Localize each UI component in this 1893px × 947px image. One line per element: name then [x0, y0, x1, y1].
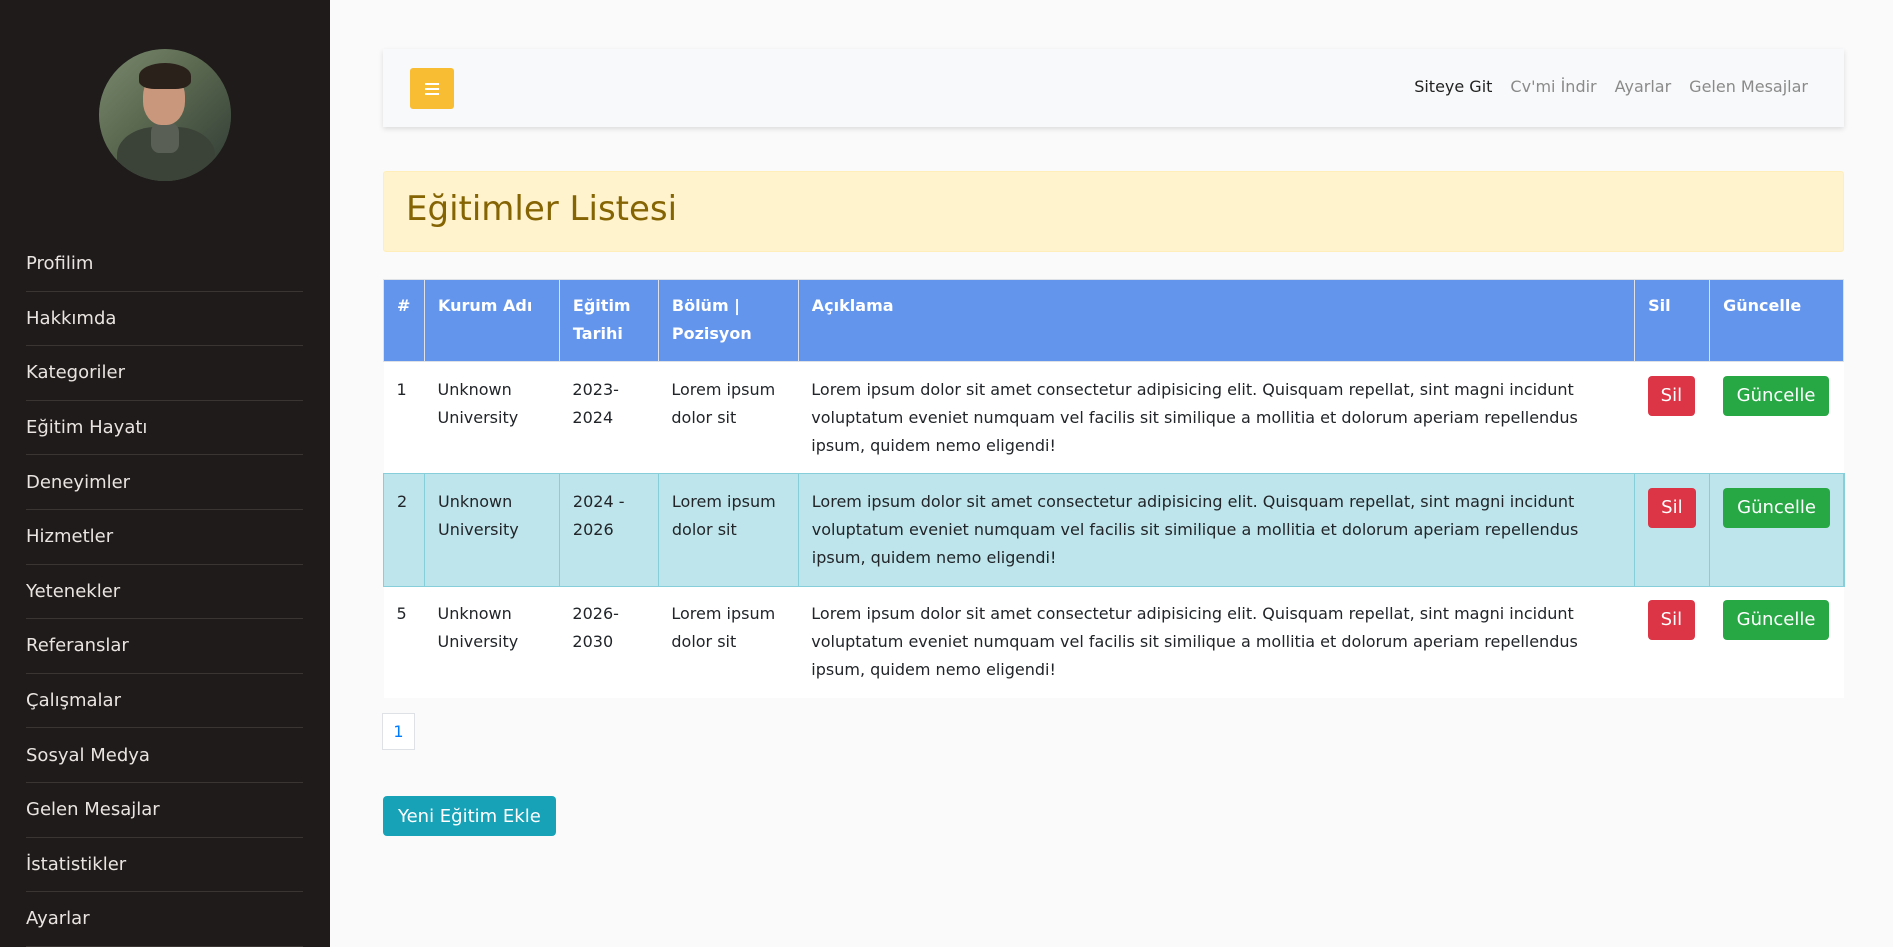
- col-header-num: #: [383, 279, 425, 362]
- cell-aciklama: Lorem ipsum dolor sit amet consectetur a…: [797, 474, 1636, 586]
- sidebar: Profilim Hakkımda Kategoriler Eğitim Hay…: [0, 0, 330, 947]
- cell-tarih: 2024 - 2026: [558, 474, 659, 586]
- sidebar-item-profilim[interactable]: Profilim: [26, 237, 303, 292]
- cell-guncelle: Güncelle: [1709, 361, 1844, 474]
- avatar: [99, 49, 231, 181]
- cell-guncelle: Güncelle: [1709, 586, 1844, 698]
- add-education-button[interactable]: Yeni Eğitim Ekle: [383, 796, 556, 836]
- sidebar-item-label: Profilim: [26, 253, 94, 275]
- cell-bolum: Lorem ipsum dolor sit: [657, 474, 799, 586]
- sidebar-item-istatistikler[interactable]: İstatistikler: [26, 838, 303, 893]
- table-header-row: # Kurum Adı Eğitim Tarihi Bölüm | Pozisy…: [383, 279, 1844, 362]
- update-button[interactable]: Güncelle: [1723, 488, 1830, 528]
- table-row: 5 Unknown University 2026-2030 Lorem ips…: [383, 586, 1844, 698]
- sidebar-item-label: Hakkımda: [26, 307, 117, 329]
- cell-tarih: 2026-2030: [559, 586, 659, 698]
- cell-kurum: Unknown University: [424, 361, 560, 474]
- sidebar-item-sosyal-medya[interactable]: Sosyal Medya: [26, 728, 303, 783]
- sidebar-item-label: Deneyimler: [26, 471, 131, 493]
- delete-button[interactable]: Sil: [1648, 488, 1696, 528]
- cell-num: 1: [383, 361, 425, 474]
- cell-guncelle: Güncelle: [1709, 474, 1844, 586]
- col-header-guncelle: Güncelle: [1709, 279, 1844, 362]
- education-table: # Kurum Adı Eğitim Tarihi Bölüm | Pozisy…: [382, 279, 1845, 698]
- sidebar-item-label: Yetenekler: [26, 580, 121, 602]
- sidebar-item-label: Sosyal Medya: [26, 744, 150, 766]
- hamburger-icon: [425, 82, 439, 85]
- sidebar-item-label: Hizmetler: [26, 526, 114, 548]
- page-title: Eğitimler Listesi: [406, 189, 678, 229]
- top-links: Siteye Git Cv'mi İndir Ayarlar Gelen Mes…: [1414, 77, 1808, 96]
- cell-kurum: Unknown University: [424, 586, 560, 698]
- sidebar-item-ayarlar[interactable]: Ayarlar: [26, 892, 303, 947]
- link-siteye-git[interactable]: Siteye Git: [1414, 77, 1492, 96]
- sidebar-item-deneyimler[interactable]: Deneyimler: [26, 455, 303, 510]
- table-row: 2 Unknown University 2024 - 2026 Lorem i…: [382, 473, 1845, 587]
- sidebar-item-label: Ayarlar: [26, 908, 90, 930]
- link-ayarlar[interactable]: Ayarlar: [1615, 77, 1672, 96]
- col-header-sil: Sil: [1634, 279, 1711, 362]
- delete-button[interactable]: Sil: [1647, 376, 1696, 416]
- cell-sil: Sil: [1634, 361, 1710, 474]
- sidebar-nav: Profilim Hakkımda Kategoriler Eğitim Hay…: [26, 237, 303, 947]
- sidebar-item-calismalar[interactable]: Çalışmalar: [26, 674, 303, 729]
- table-row: 1 Unknown University 2023-2024 Lorem ips…: [383, 361, 1844, 474]
- sidebar-item-gelen-mesajlar[interactable]: Gelen Mesajlar: [26, 783, 303, 838]
- cell-bolum: Lorem ipsum dolor sit: [658, 586, 799, 698]
- cell-aciklama: Lorem ipsum dolor sit amet consectetur a…: [798, 361, 1635, 474]
- page-title-banner: Eğitimler Listesi: [383, 171, 1844, 252]
- top-navbar: Siteye Git Cv'mi İndir Ayarlar Gelen Mes…: [383, 49, 1844, 127]
- delete-button[interactable]: Sil: [1647, 600, 1696, 640]
- menu-toggle-button[interactable]: [410, 68, 454, 109]
- cell-tarih: 2023-2024: [559, 361, 659, 474]
- cell-bolum: Lorem ipsum dolor sit: [658, 361, 799, 474]
- sidebar-item-kategoriler[interactable]: Kategoriler: [26, 346, 303, 401]
- col-header-aciklama: Açıklama: [797, 279, 1636, 362]
- sidebar-item-label: Eğitim Hayatı: [26, 417, 148, 439]
- cell-aciklama: Lorem ipsum dolor sit amet consectetur a…: [798, 586, 1635, 698]
- sidebar-item-hakkimda[interactable]: Hakkımda: [26, 292, 303, 347]
- cell-num: 5: [383, 586, 425, 698]
- link-cv-indir[interactable]: Cv'mi İndir: [1510, 77, 1596, 96]
- update-button[interactable]: Güncelle: [1722, 600, 1830, 640]
- sidebar-item-label: Kategoriler: [26, 362, 125, 384]
- pagination-page-1[interactable]: 1: [382, 713, 415, 750]
- col-header-tarih: Eğitim Tarihi: [558, 279, 659, 362]
- cell-kurum: Unknown University: [423, 474, 560, 586]
- cell-num: 2: [383, 474, 425, 586]
- sidebar-item-egitim-hayati[interactable]: Eğitim Hayatı: [26, 401, 303, 456]
- link-gelen-mesajlar[interactable]: Gelen Mesajlar: [1689, 77, 1808, 96]
- cell-sil: Sil: [1634, 586, 1710, 698]
- update-button[interactable]: Güncelle: [1722, 376, 1830, 416]
- sidebar-item-label: Referanslar: [26, 635, 129, 657]
- sidebar-item-yetenekler[interactable]: Yetenekler: [26, 565, 303, 620]
- sidebar-item-hizmetler[interactable]: Hizmetler: [26, 510, 303, 565]
- cell-sil: Sil: [1634, 474, 1711, 586]
- col-header-bolum: Bölüm | Pozisyon: [657, 279, 799, 362]
- sidebar-item-referanslar[interactable]: Referanslar: [26, 619, 303, 674]
- sidebar-item-label: İstatistikler: [26, 853, 127, 875]
- sidebar-item-label: Çalışmalar: [26, 690, 121, 712]
- sidebar-item-label: Gelen Mesajlar: [26, 799, 160, 821]
- col-header-kurum: Kurum Adı: [423, 279, 560, 362]
